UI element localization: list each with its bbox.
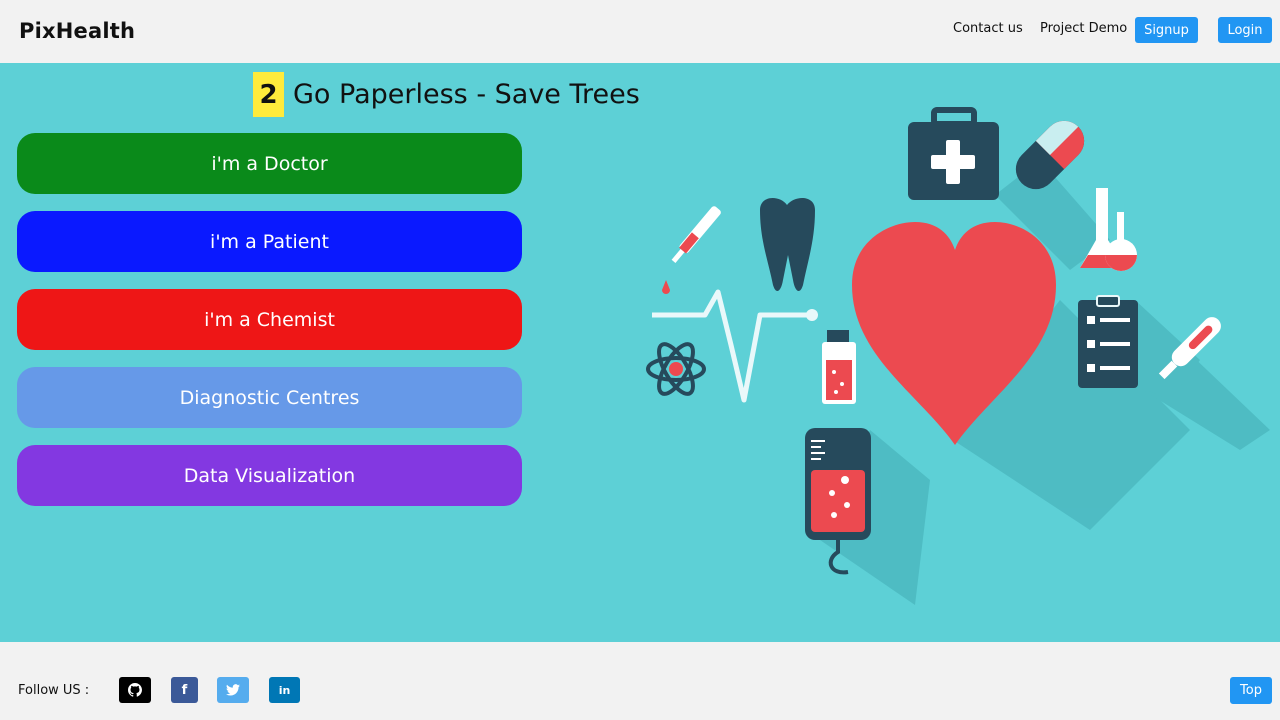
brand-logo[interactable]: PixHealth: [19, 19, 135, 43]
navbar: PixHealth Contact us Project Demo Signup…: [0, 0, 1280, 63]
project-demo-link[interactable]: Project Demo: [1040, 21, 1127, 36]
doctor-button[interactable]: i'm a Doctor: [17, 133, 522, 194]
tagline-text: Go Paperless - Save Trees: [293, 79, 640, 110]
patient-button[interactable]: i'm a Patient: [17, 211, 522, 272]
top-button[interactable]: Top: [1230, 677, 1272, 704]
follow-us-label: Follow US :: [18, 683, 90, 698]
atom-icon: [646, 342, 706, 396]
main-section: 2 Go Paperless - Save Trees i'm a Doctor…: [0, 63, 1280, 642]
twitter-icon: [226, 684, 240, 696]
linkedin-icon: in: [278, 683, 291, 697]
diagnostic-centres-button[interactable]: Diagnostic Centres: [17, 367, 522, 428]
facebook-icon: f: [181, 682, 188, 698]
tagline-number: 2: [253, 72, 284, 117]
footer: Follow US : f in Top: [0, 642, 1280, 720]
tooth-icon: [760, 198, 815, 292]
login-button[interactable]: Login: [1218, 17, 1272, 43]
data-visualization-button[interactable]: Data Visualization: [17, 445, 522, 506]
chemist-button[interactable]: i'm a Chemist: [17, 289, 522, 350]
signup-button[interactable]: Signup: [1135, 17, 1198, 43]
ecg-line-icon: [652, 289, 812, 403]
first-aid-kit-icon: [908, 107, 999, 200]
github-link[interactable]: [119, 677, 151, 703]
contact-us-link[interactable]: Contact us: [953, 21, 1023, 36]
healthcare-illustration: [646, 107, 1270, 605]
tagline: 2 Go Paperless - Save Trees: [253, 72, 640, 117]
github-icon: [128, 683, 142, 697]
medicine-vial-icon: [822, 330, 856, 404]
dropper-icon: [671, 206, 721, 263]
twitter-link[interactable]: [217, 677, 249, 703]
clipboard-icon: [1078, 295, 1138, 388]
linkedin-link[interactable]: in: [269, 677, 300, 703]
facebook-link[interactable]: f: [171, 677, 198, 703]
